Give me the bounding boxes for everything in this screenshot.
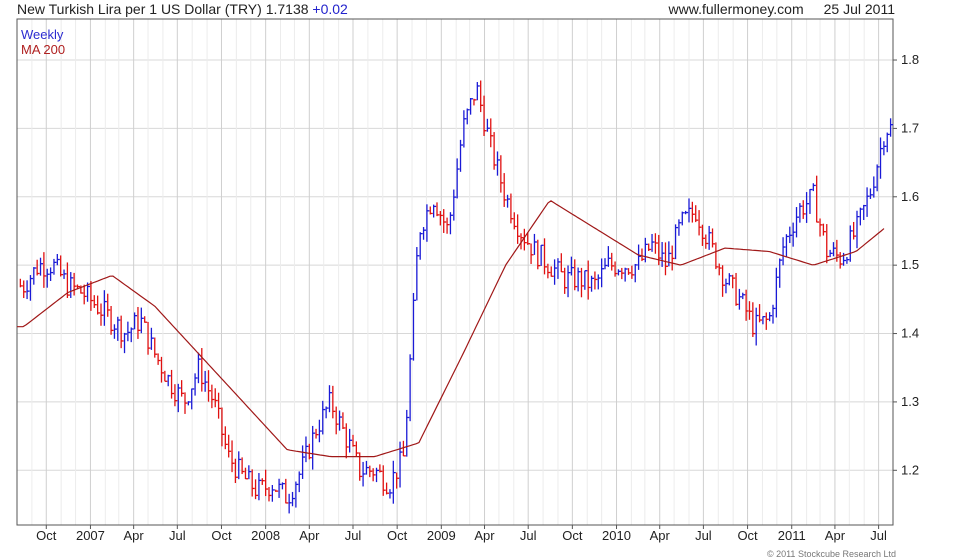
legend-weekly: Weekly — [21, 27, 64, 42]
y-tick-label: 1.7 — [901, 120, 919, 135]
x-tick-label: Jul — [695, 528, 712, 543]
y-tick-label: 1.3 — [901, 394, 919, 409]
x-tick-label: Apr — [124, 528, 145, 543]
y-tick-label: 1.2 — [901, 462, 919, 477]
x-tick-label: 2008 — [251, 528, 280, 543]
y-tick-label: 1.8 — [901, 52, 919, 67]
x-tick-label: Oct — [387, 528, 408, 543]
x-tick-label: Jul — [345, 528, 362, 543]
x-tick-label: Apr — [474, 528, 495, 543]
y-tick-label: 1.6 — [901, 189, 919, 204]
x-tick-label: Oct — [562, 528, 583, 543]
x-tick-label: Apr — [825, 528, 846, 543]
x-tick-label: Jul — [520, 528, 537, 543]
x-tick-label: Jul — [870, 528, 887, 543]
y-tick-label: 1.5 — [901, 257, 919, 272]
x-tick-label: 2010 — [602, 528, 631, 543]
x-tick-label: Apr — [299, 528, 320, 543]
x-tick-label: 2011 — [778, 528, 806, 543]
x-tick-label: Oct — [737, 528, 758, 543]
x-tick-label: 2009 — [427, 528, 456, 543]
legend-ma: MA 200 — [21, 42, 66, 57]
x-tick-label: Oct — [211, 528, 232, 543]
x-tick-label: 2007 — [76, 528, 105, 543]
price-chart: 1.2 1.3 1.4 1.5 1.6 1.7 1.8 Oct 2007 Apr Jul Oct 200… — [16, 18, 919, 543]
ma-200-line — [17, 200, 885, 458]
x-tick-label: Oct — [36, 528, 57, 543]
legend: Weekly MA 200 — [21, 27, 65, 57]
x-tick-label: Apr — [650, 528, 671, 543]
x-tick-label: Jul — [169, 528, 186, 543]
y-tick-label: 1.4 — [901, 326, 919, 341]
copyright: © 2011 Stockcube Research Ltd — [766, 549, 896, 559]
